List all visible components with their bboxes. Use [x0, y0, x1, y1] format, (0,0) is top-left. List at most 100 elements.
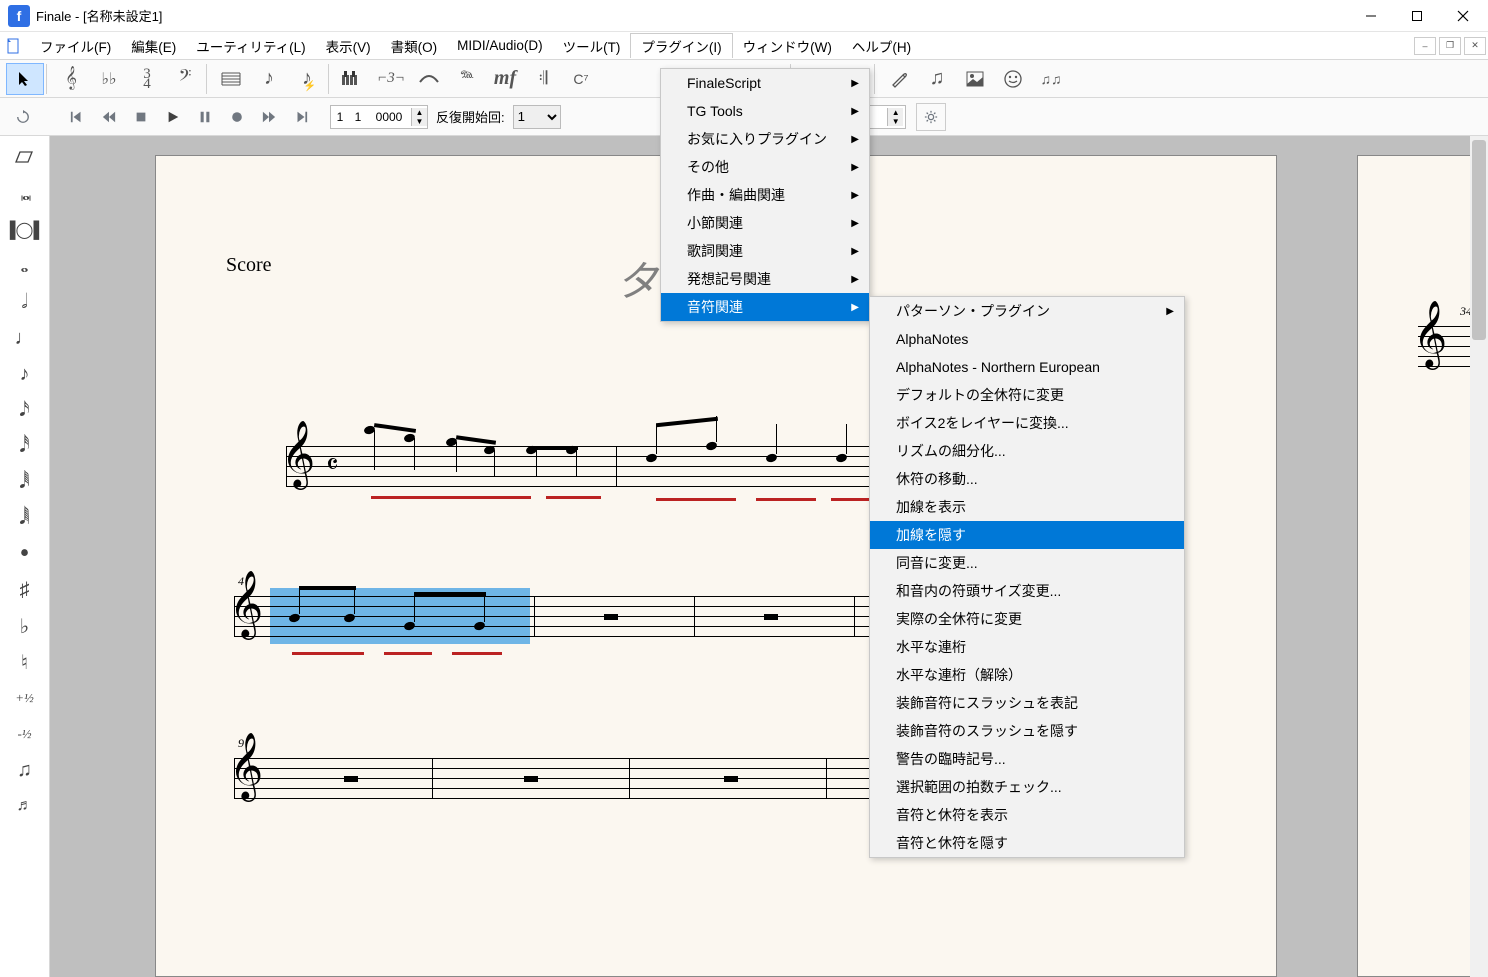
tempo-settings-button[interactable] — [916, 103, 946, 131]
selection-tool[interactable] — [6, 63, 44, 95]
whole-note-bar-icon[interactable]: ▐◯▌ — [3, 212, 47, 248]
eraser-icon[interactable] — [3, 140, 47, 176]
whole-note-icon[interactable]: 𝅝 — [3, 248, 47, 284]
measure-tool[interactable] — [212, 63, 250, 95]
menu-1[interactable]: 編集(E) — [121, 34, 186, 58]
stop-button[interactable] — [126, 103, 156, 131]
tie-icon[interactable]: ♫ — [3, 752, 47, 788]
mirror-tool[interactable]: ♫♫ — [1032, 63, 1070, 95]
sharp-icon[interactable]: ♯ — [3, 572, 47, 608]
note-submenu-item-0[interactable]: パターソン・プラグイン▶ — [870, 297, 1184, 325]
time-sig-tool[interactable]: 34 — [128, 63, 166, 95]
mdi-doc-icon[interactable] — [4, 36, 24, 56]
mdi-restore[interactable]: ❐ — [1439, 37, 1461, 55]
note-submenu-item-9[interactable]: 同音に変更... — [870, 549, 1184, 577]
eighth-note-icon[interactable]: ♪ — [3, 356, 47, 392]
note-submenu-item-6[interactable]: 休符の移動... — [870, 465, 1184, 493]
plugin-menu-item-3[interactable]: その他▶ — [661, 153, 869, 181]
menu-9[interactable]: ヘルプ(H) — [842, 34, 921, 58]
minus-half-step-icon[interactable]: -½ — [3, 716, 47, 752]
plugin-menu-item-8[interactable]: 音符関連▶ — [661, 293, 869, 321]
tuplet-tool[interactable]: ⌐3¬ — [372, 63, 410, 95]
note-submenu-item-4[interactable]: ボイス2をレイヤーに変換... — [870, 409, 1184, 437]
mdi-minimize[interactable]: – — [1414, 37, 1436, 55]
close-button[interactable] — [1440, 0, 1486, 32]
scrollbar-thumb[interactable] — [1472, 140, 1486, 340]
note-plugin-submenu[interactable]: パターソン・プラグイン▶AlphaNotesAlphaNotes - North… — [869, 296, 1185, 858]
plus-half-step-icon[interactable]: +½ — [3, 680, 47, 716]
menu-0[interactable]: ファイル(F) — [30, 34, 121, 58]
note-submenu-item-11[interactable]: 実際の全休符に変更 — [870, 605, 1184, 633]
repeat-select[interactable]: 1 — [513, 105, 561, 129]
beam-icon[interactable]: ♬ — [3, 788, 47, 824]
position-counter[interactable]: ▲▼ — [330, 105, 428, 129]
half-note-icon[interactable]: 𝅗𝅥 — [3, 284, 47, 320]
menu-6[interactable]: ツール(T) — [553, 34, 631, 58]
counter-measure[interactable] — [331, 110, 349, 124]
clef-tool[interactable]: 𝄢 — [166, 63, 204, 95]
speedy-entry-tool[interactable]: ♪⚡ — [288, 63, 326, 95]
plugin-menu-item-2[interactable]: お気に入りプラグイン▶ — [661, 125, 869, 153]
counter-beat[interactable] — [349, 110, 367, 124]
menu-3[interactable]: 表示(V) — [316, 34, 381, 58]
key-sig-tool[interactable]: ♭♭ — [90, 63, 128, 95]
ossia-tool[interactable] — [994, 63, 1032, 95]
note-submenu-item-14[interactable]: 装飾音符にスラッシュを表記 — [870, 689, 1184, 717]
onetwentyeighth-note-icon[interactable]: 𝅘𝅥𝅲 — [3, 500, 47, 536]
note-submenu-item-19[interactable]: 音符と休符を隠す — [870, 829, 1184, 857]
note-mover-tool[interactable]: ♫ — [918, 63, 956, 95]
counter-spinner[interactable]: ▲▼ — [411, 108, 427, 126]
note-submenu-item-7[interactable]: 加線を表示 — [870, 493, 1184, 521]
thirtysecond-note-icon[interactable]: 𝅘𝅥𝅰 — [3, 428, 47, 464]
note-submenu-item-10[interactable]: 和音内の符頭サイズ変更... — [870, 577, 1184, 605]
dot-icon[interactable]: • — [3, 536, 47, 572]
note-submenu-item-8[interactable]: 加線を隠す — [870, 521, 1184, 549]
menu-2[interactable]: ユーティリティ(L) — [186, 34, 315, 58]
plugin-menu-item-5[interactable]: 小節関連▶ — [661, 209, 869, 237]
quarter-note-icon[interactable]: ♩ — [3, 320, 47, 356]
sixtyfourth-note-icon[interactable]: 𝅘𝅥𝅱 — [3, 464, 47, 500]
rewind-button[interactable] — [94, 103, 124, 131]
smartshape-tool[interactable] — [410, 63, 448, 95]
flat-icon[interactable]: ♭ — [3, 608, 47, 644]
simple-entry-tool[interactable]: ♪ — [250, 63, 288, 95]
refresh-button[interactable] — [8, 103, 38, 131]
note-submenu-item-13[interactable]: 水平な連桁（解除） — [870, 661, 1184, 689]
expression-tool[interactable]: mf — [486, 63, 524, 95]
rewind-start-button[interactable] — [62, 103, 92, 131]
articulation-tool[interactable]: 𝆮 — [448, 63, 486, 95]
pause-button[interactable] — [190, 103, 220, 131]
forward-button[interactable] — [254, 103, 284, 131]
note-submenu-item-12[interactable]: 水平な連桁 — [870, 633, 1184, 661]
note-submenu-item-1[interactable]: AlphaNotes — [870, 325, 1184, 353]
next-page-peek[interactable]: 34 𝄞 — [1358, 156, 1488, 976]
minimize-button[interactable] — [1348, 0, 1394, 32]
maximize-button[interactable] — [1394, 0, 1440, 32]
menu-4[interactable]: 書類(O) — [381, 34, 448, 58]
menu-5[interactable]: MIDI/Audio(D) — [447, 36, 553, 55]
repeat-tool[interactable]: 𝄇 — [524, 63, 562, 95]
sixteenth-note-icon[interactable]: 𝅘𝅥𝅯 — [3, 392, 47, 428]
plugin-menu[interactable]: FinaleScript▶TG Tools▶お気に入りプラグイン▶その他▶作曲・… — [660, 68, 870, 322]
plugin-menu-item-4[interactable]: 作曲・編曲関連▶ — [661, 181, 869, 209]
staff-tool[interactable]: 𝄞 — [52, 63, 90, 95]
tempo-spinner[interactable]: ▲▼ — [887, 108, 903, 126]
note-submenu-item-3[interactable]: デフォルトの全休符に変更 — [870, 381, 1184, 409]
note-submenu-item-15[interactable]: 装飾音符のスラッシュを隠す — [870, 717, 1184, 745]
vertical-scrollbar[interactable] — [1470, 136, 1488, 977]
natural-icon[interactable]: ♮ — [3, 644, 47, 680]
menu-7[interactable]: プラグイン(I) — [630, 33, 732, 58]
note-submenu-item-16[interactable]: 警告の臨時記号... — [870, 745, 1184, 773]
plugin-menu-item-0[interactable]: FinaleScript▶ — [661, 69, 869, 97]
play-button[interactable] — [158, 103, 188, 131]
counter-tick[interactable] — [367, 110, 411, 124]
plugin-menu-item-7[interactable]: 発想記号関連▶ — [661, 265, 869, 293]
chord-tool[interactable]: C⁷ — [562, 63, 600, 95]
hyperscribe-tool[interactable] — [334, 63, 372, 95]
mdi-close[interactable]: ✕ — [1464, 37, 1486, 55]
forward-end-button[interactable] — [286, 103, 316, 131]
graphics-tool[interactable] — [956, 63, 994, 95]
double-whole-note-icon[interactable]: 𝅜 — [3, 176, 47, 212]
record-button[interactable] — [222, 103, 252, 131]
note-submenu-item-17[interactable]: 選択範囲の拍数チェック... — [870, 773, 1184, 801]
